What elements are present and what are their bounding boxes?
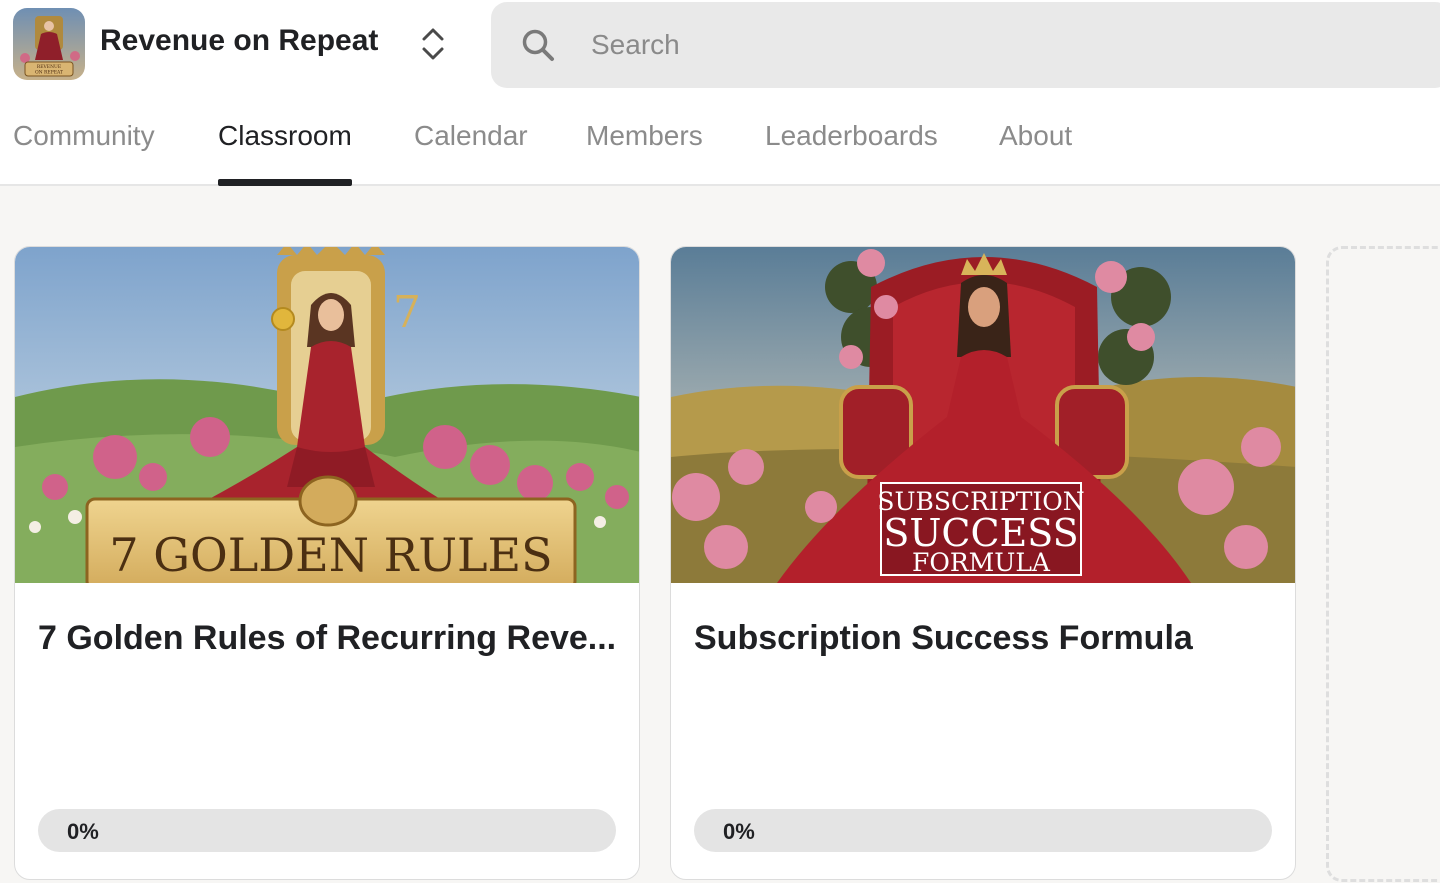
chevron-up-down-icon: [422, 28, 444, 60]
tab-classroom[interactable]: Classroom: [218, 100, 352, 186]
tab-calendar[interactable]: Calendar: [414, 100, 528, 186]
tab-about[interactable]: About: [999, 100, 1072, 186]
course-card[interactable]: 7 7 GOLDEN RULES 7 Golden Rules of Recur…: [14, 246, 640, 880]
add-course-placeholder[interactable]: [1326, 246, 1440, 882]
top-bar: REVENUE ON REPEAT Revenue on Repeat Comm…: [0, 0, 1440, 186]
tab-community[interactable]: Community: [13, 100, 155, 186]
search-bar[interactable]: [491, 2, 1440, 88]
course-title: Subscription Success Formula: [694, 619, 1193, 657]
course-progress-label: 0%: [723, 819, 755, 844]
course-title: 7 Golden Rules of Recurring Reve...: [38, 619, 617, 657]
cover-number: 7: [393, 287, 421, 338]
course-cover-illustration: SUBSCRIPTION SUCCESS FORMULA: [671, 247, 1295, 583]
course-cover-illustration: 7 7 GOLDEN RULES: [15, 247, 639, 583]
group-logo-caption-line1: REVENUE: [37, 64, 61, 70]
group-logo[interactable]: REVENUE ON REPEAT: [13, 8, 85, 80]
search-input[interactable]: [591, 22, 1291, 68]
group-name[interactable]: Revenue on Repeat: [100, 24, 378, 58]
group-switcher-button[interactable]: [414, 24, 452, 64]
course-cover-image: 7 7 GOLDEN RULES: [15, 247, 639, 583]
course-progress-bar: 0%: [38, 809, 616, 852]
cover-title-line3: FORMULA: [912, 548, 1051, 577]
tab-leaderboards[interactable]: Leaderboards: [765, 100, 938, 186]
group-logo-image: REVENUE ON REPEAT: [13, 8, 85, 80]
course-card[interactable]: SUBSCRIPTION SUCCESS FORMULA Subscriptio…: [670, 246, 1296, 880]
group-logo-caption-line2: ON REPEAT: [35, 70, 63, 76]
cover-title-text: 7 GOLDEN RULES: [109, 528, 552, 582]
course-cover-image: SUBSCRIPTION SUCCESS FORMULA: [671, 247, 1295, 583]
tab-members[interactable]: Members: [586, 100, 703, 186]
search-icon: [522, 29, 554, 61]
course-progress-bar: 0%: [694, 809, 1272, 852]
course-progress-label: 0%: [67, 819, 99, 844]
